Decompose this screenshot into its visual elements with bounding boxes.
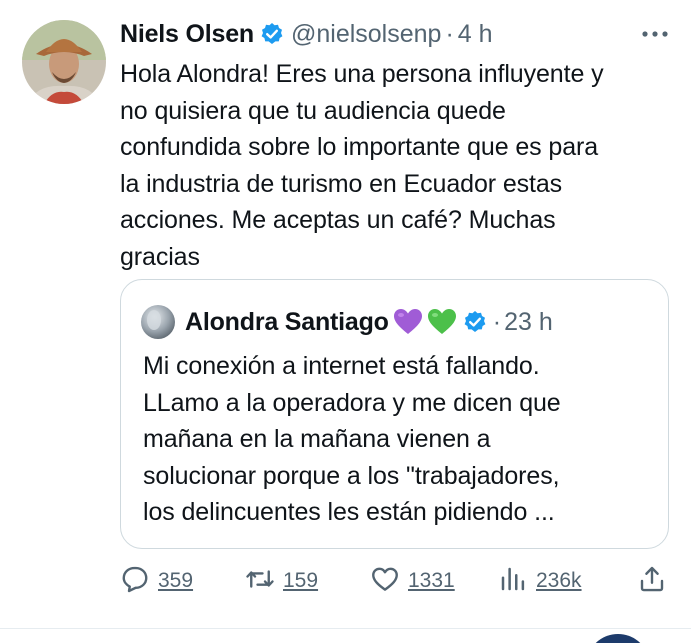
share-icon xyxy=(637,564,667,599)
action-bar: 359 159 1331 236k xyxy=(120,562,680,600)
quoted-text-line: Mi conexión a internet está fallando. xyxy=(143,352,540,380)
reply-icon xyxy=(120,564,150,599)
floating-button-edge[interactable] xyxy=(586,634,650,643)
quoted-verified-badge-icon xyxy=(463,310,487,334)
tweet-time[interactable]: 4 h xyxy=(458,20,493,49)
tweet-screen: Niels Olsen @nielsolsenp · 4 h Hola Alon… xyxy=(0,0,691,643)
reply-button[interactable]: 359 xyxy=(120,562,193,600)
quoted-tweet[interactable]: Alondra Santiago · 23 h Mi conexión a in… xyxy=(120,279,669,549)
more-horizontal-icon[interactable] xyxy=(639,20,671,48)
purple-heart-icon xyxy=(393,308,423,336)
tweet-text-line: no quisiera que tu audiencia quede xyxy=(120,96,506,125)
reply-count[interactable]: 359 xyxy=(158,569,193,593)
views-icon xyxy=(498,564,528,599)
repost-count[interactable]: 159 xyxy=(283,569,318,593)
like-count[interactable]: 1331 xyxy=(408,569,455,593)
repost-icon xyxy=(245,564,275,599)
repost-button[interactable]: 159 xyxy=(245,562,318,600)
quoted-separator-dot: · xyxy=(492,307,502,336)
quoted-text-line: solucionar porque a los "trabajadores, xyxy=(143,461,560,490)
tweet-text-line: confundida sobre lo importante que es pa… xyxy=(120,133,599,161)
quoted-text-line: los delincuentes les están pidiendo ... xyxy=(143,498,555,526)
quoted-tweet-text: Mi conexión a internet está fallando. LL… xyxy=(143,348,653,531)
separator-dot: · xyxy=(445,19,454,48)
quoted-text-line: LLamo a la operadora y me dicen que xyxy=(143,388,561,417)
quoted-text-line: mañana en la mañana vienen a xyxy=(143,425,491,453)
views-button[interactable]: 236k xyxy=(498,562,582,600)
author-avatar[interactable] xyxy=(22,20,106,104)
quoted-tweet-time: 23 h xyxy=(504,307,553,336)
avatar-photo xyxy=(22,20,106,104)
tweet-text: Hola Alondra! Eres una persona influyent… xyxy=(120,56,680,275)
tweet-text-line: la industria de turismo en Ecuador estas xyxy=(120,169,563,198)
green-heart-icon xyxy=(427,308,457,336)
tweet-text-line: gracias xyxy=(120,242,200,271)
quoted-author-avatar xyxy=(141,305,175,339)
quoted-tweet-header: Alondra Santiago · 23 h xyxy=(141,302,652,342)
like-button[interactable]: 1331 xyxy=(370,562,455,600)
divider xyxy=(0,628,691,629)
share-button[interactable] xyxy=(637,562,667,600)
verified-badge-icon[interactable] xyxy=(260,22,284,46)
tweet-text-line: Hola Alondra! Eres una persona influyent… xyxy=(120,60,604,88)
author-name[interactable]: Niels Olsen xyxy=(120,20,254,49)
tweet-text-line: acciones. Me aceptas un café? Muchas xyxy=(120,206,556,234)
views-count[interactable]: 236k xyxy=(536,569,582,593)
like-icon xyxy=(370,564,400,599)
tweet-header: Niels Olsen @nielsolsenp · 4 h xyxy=(120,14,671,54)
quoted-author-name: Alondra Santiago xyxy=(185,307,389,336)
author-handle[interactable]: @nielsolsenp xyxy=(291,20,441,49)
